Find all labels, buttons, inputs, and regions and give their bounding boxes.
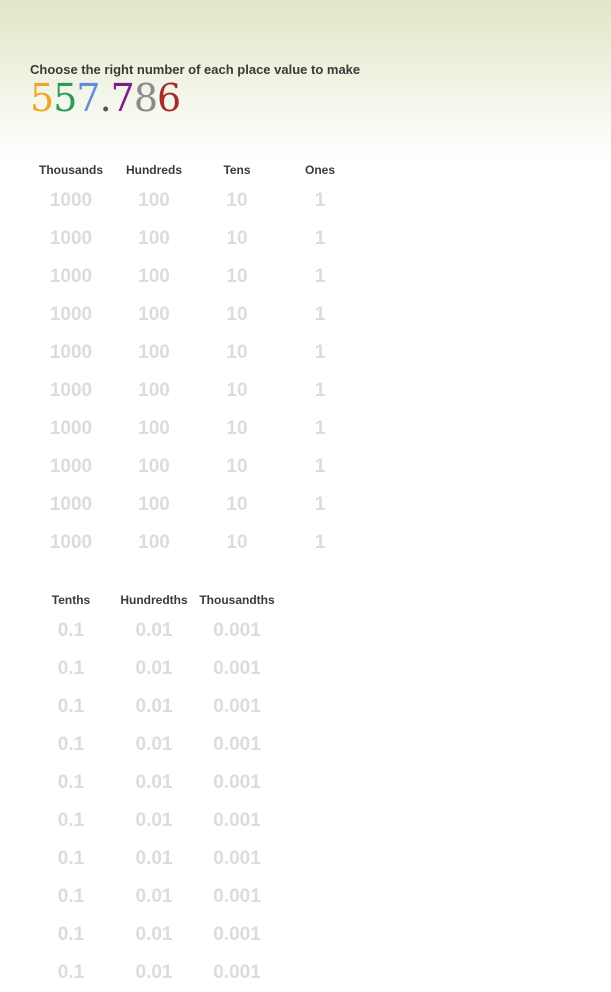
column-header-ones: Ones [304, 163, 335, 177]
target-digit: 8 [133, 76, 158, 120]
thousandths-tile[interactable]: 0.001 [196, 650, 278, 688]
tenths-tile[interactable]: 0.1 [30, 764, 112, 802]
column-header-thousands: Thousands [38, 163, 103, 177]
hundredths-tile[interactable]: 0.01 [113, 840, 195, 878]
target-digit: 5 [30, 76, 54, 120]
column-header-thousandths: Thousandths [199, 593, 275, 607]
hundreds-tile[interactable]: 100 [113, 486, 195, 524]
tenths-tile[interactable]: 0.1 [30, 612, 112, 650]
hundreds-tile[interactable]: 100 [113, 296, 195, 334]
target-digit: 5 [53, 76, 77, 120]
hundredths-tile[interactable]: 0.01 [113, 954, 195, 992]
column-tens: Tens 10 10 10 10 10 10 10 10 10 10 [196, 158, 278, 562]
ones-tile[interactable]: 1 [279, 258, 361, 296]
column-header-hundreds: Hundreds [125, 163, 182, 177]
tenths-tile[interactable]: 0.1 [30, 802, 112, 840]
tens-tile[interactable]: 10 [196, 410, 278, 448]
ones-tile[interactable]: 1 [279, 372, 361, 410]
hundredths-tile[interactable]: 0.01 [113, 764, 195, 802]
thousandths-tile[interactable]: 0.001 [196, 612, 278, 650]
hundreds-tile[interactable]: 100 [113, 182, 195, 220]
thousandths-tile[interactable]: 0.001 [196, 764, 278, 802]
tenths-tile[interactable]: 0.1 [30, 878, 112, 916]
column-header-tenths: Tenths [51, 593, 91, 607]
hundredths-tile[interactable]: 0.01 [113, 878, 195, 916]
hundredths-tile[interactable]: 0.01 [113, 688, 195, 726]
thousandths-tile[interactable]: 0.001 [196, 954, 278, 992]
ones-tile[interactable]: 1 [279, 524, 361, 562]
tens-tile[interactable]: 10 [196, 334, 278, 372]
tenths-tile[interactable]: 0.1 [30, 840, 112, 878]
ones-tile[interactable]: 1 [279, 182, 361, 220]
tenths-tile[interactable]: 0.1 [30, 916, 112, 954]
ones-tile[interactable]: 1 [279, 296, 361, 334]
hundreds-tile[interactable]: 100 [113, 334, 195, 372]
ones-tile[interactable]: 1 [279, 334, 361, 372]
column-header-hundredths: Hundredths [120, 593, 188, 607]
tens-tile[interactable]: 10 [196, 258, 278, 296]
thousandths-tile[interactable]: 0.001 [196, 688, 278, 726]
thousandths-tile[interactable]: 0.001 [196, 916, 278, 954]
hundreds-tile[interactable]: 100 [113, 410, 195, 448]
hundreds-tile[interactable]: 100 [113, 448, 195, 486]
tenths-tile[interactable]: 0.1 [30, 650, 112, 688]
column-header-tens: Tens [223, 163, 251, 177]
column-thousands: Thousands 1000 1000 1000 1000 1000 1000 1000 100… [30, 158, 112, 562]
question-header: Choose the right number of each place va… [30, 59, 370, 120]
column-hundreds: Hundreds 100 100 100 100 100 100 100 100 100 100 [113, 158, 195, 562]
tens-tile[interactable]: 10 [196, 372, 278, 410]
hundredths-tile[interactable]: 0.01 [113, 726, 195, 764]
hundreds-tile[interactable]: 100 [113, 372, 195, 410]
thousands-tile[interactable]: 1000 [30, 372, 112, 410]
tens-tile[interactable]: 10 [196, 448, 278, 486]
tens-tile[interactable]: 10 [196, 486, 278, 524]
thousandths-tile[interactable]: 0.001 [196, 726, 278, 764]
column-ones: Ones 1 1 1 1 1 1 1 1 1 1 [279, 158, 361, 562]
column-hundredths: Hundredths 0.01 0.01 0.01 0.01 0.01 0.01 0.01 0.… [113, 588, 195, 992]
tens-tile[interactable]: 10 [196, 182, 278, 220]
thousands-tile[interactable]: 1000 [30, 410, 112, 448]
thousands-tile[interactable]: 1000 [30, 524, 112, 562]
ones-tile[interactable]: 1 [279, 448, 361, 486]
tens-tile[interactable]: 10 [196, 524, 278, 562]
hundreds-tile[interactable]: 100 [113, 258, 195, 296]
ones-tile[interactable]: 1 [279, 486, 361, 524]
column-thousandths: Thousandths 0.001 0.001 0.001 0.001 0.001 0.00… [196, 588, 278, 992]
thousands-tile[interactable]: 1000 [30, 182, 112, 220]
ones-tile[interactable]: 1 [279, 220, 361, 258]
tens-tile[interactable]: 10 [196, 220, 278, 258]
target-digit: 7 [110, 76, 135, 120]
target-digit: 7 [76, 76, 100, 120]
thousands-tile[interactable]: 1000 [30, 258, 112, 296]
hundredths-tile[interactable]: 0.01 [113, 612, 195, 650]
hundredths-tile[interactable]: 0.01 [113, 802, 195, 840]
thousands-tile[interactable]: 1000 [30, 486, 112, 524]
thousands-tile[interactable]: 1000 [30, 448, 112, 486]
hundredths-tile[interactable]: 0.01 [113, 650, 195, 688]
tenths-tile[interactable]: 0.1 [30, 688, 112, 726]
target-decimal-point: . [99, 76, 112, 120]
column-tenths: Tenths 0.1 0.1 0.1 0.1 0.1 0.1 0.1 0.1 0.1 0.1 [30, 588, 112, 992]
tenths-tile[interactable]: 0.1 [30, 954, 112, 992]
hundreds-tile[interactable]: 100 [113, 220, 195, 258]
thousandths-tile[interactable]: 0.001 [196, 840, 278, 878]
thousandths-tile[interactable]: 0.001 [196, 878, 278, 916]
thousandths-tile[interactable]: 0.001 [196, 802, 278, 840]
tens-tile[interactable]: 10 [196, 296, 278, 334]
thousands-tile[interactable]: 1000 [30, 334, 112, 372]
hundreds-tile[interactable]: 100 [113, 524, 195, 562]
tenths-tile[interactable]: 0.1 [30, 726, 112, 764]
hundredths-tile[interactable]: 0.01 [113, 916, 195, 954]
thousands-tile[interactable]: 1000 [30, 296, 112, 334]
target-number: 557.786 [30, 76, 370, 120]
target-digit: 6 [157, 76, 181, 120]
thousands-tile[interactable]: 1000 [30, 220, 112, 258]
ones-tile[interactable]: 1 [279, 410, 361, 448]
